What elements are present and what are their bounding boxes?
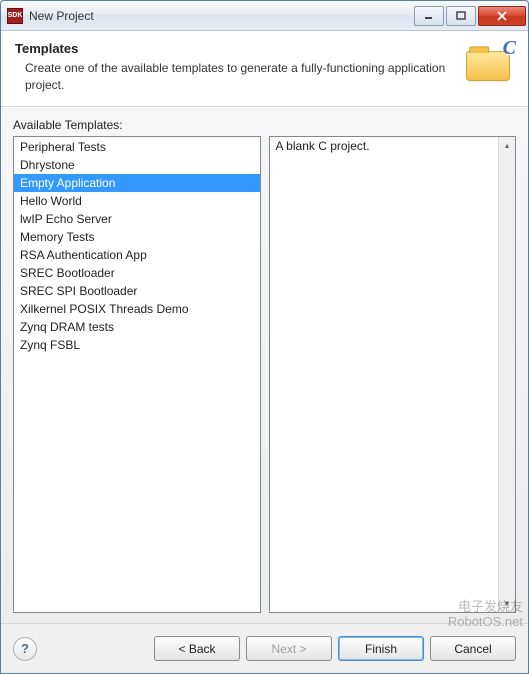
- list-item[interactable]: Xilkernel POSIX Threads Demo: [14, 300, 260, 318]
- header-title: Templates: [15, 41, 456, 56]
- template-description-text: A blank C project.: [270, 137, 499, 612]
- list-item[interactable]: Empty Application: [14, 174, 260, 192]
- maximize-button[interactable]: [446, 6, 476, 26]
- titlebar[interactable]: SDK New Project: [1, 1, 528, 31]
- help-button[interactable]: ?: [13, 637, 37, 661]
- list-item[interactable]: SREC SPI Bootloader: [14, 282, 260, 300]
- list-item[interactable]: Zynq FSBL: [14, 336, 260, 354]
- next-button: Next >: [246, 636, 332, 661]
- header-description: Create one of the available templates to…: [15, 60, 456, 94]
- dialog-window: SDK New Project Templates Create one of …: [0, 0, 529, 674]
- close-button[interactable]: [478, 6, 526, 26]
- list-item[interactable]: Memory Tests: [14, 228, 260, 246]
- body-panel: Available Templates: Peripheral TestsDhr…: [1, 107, 528, 623]
- minimize-button[interactable]: [414, 6, 444, 26]
- app-icon: SDK: [7, 8, 23, 24]
- window-controls: [412, 6, 526, 26]
- list-item[interactable]: RSA Authentication App: [14, 246, 260, 264]
- list-item[interactable]: Peripheral Tests: [14, 138, 260, 156]
- list-item[interactable]: Dhrystone: [14, 156, 260, 174]
- finish-button[interactable]: Finish: [338, 636, 424, 661]
- footer: ? < Back Next > Finish Cancel: [1, 623, 528, 673]
- cancel-button[interactable]: Cancel: [430, 636, 516, 661]
- header-panel: Templates Create one of the available te…: [1, 31, 528, 107]
- list-item[interactable]: Hello World: [14, 192, 260, 210]
- back-button[interactable]: < Back: [154, 636, 240, 661]
- scroll-up-icon[interactable]: ▴: [499, 137, 515, 154]
- templates-listbox[interactable]: Peripheral TestsDhrystoneEmpty Applicati…: [13, 136, 261, 613]
- list-item[interactable]: SREC Bootloader: [14, 264, 260, 282]
- template-description-box: A blank C project. ▴ ▾: [269, 136, 517, 613]
- scroll-down-icon[interactable]: ▾: [499, 595, 515, 612]
- list-item[interactable]: Zynq DRAM tests: [14, 318, 260, 336]
- folder-c-icon: C: [466, 41, 514, 81]
- scrollbar[interactable]: ▴ ▾: [498, 137, 515, 612]
- available-templates-label: Available Templates:: [13, 118, 516, 132]
- list-item[interactable]: lwIP Echo Server: [14, 210, 260, 228]
- window-title: New Project: [29, 9, 412, 23]
